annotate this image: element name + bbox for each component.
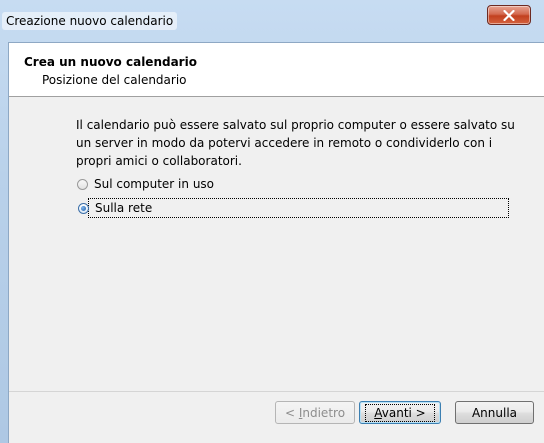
title-bar[interactable]: Creazione nuovo calendario	[0, 0, 544, 40]
radio-button-computer[interactable]	[77, 178, 88, 190]
close-icon	[503, 9, 515, 21]
back-button-prefix: <	[284, 405, 299, 420]
radio-button-network[interactable]	[78, 202, 89, 214]
next-button-rest: vanti >	[381, 405, 426, 420]
radio-label-network[interactable]: Sulla rete	[93, 200, 154, 216]
back-button[interactable]: < Indietro	[275, 401, 355, 424]
close-button[interactable]	[487, 5, 531, 25]
description-text: Il calendario può essere salvato sul pro…	[76, 118, 515, 168]
back-button-label: < Indietro	[285, 406, 345, 420]
footer-divider	[9, 391, 544, 392]
next-button-accel: A	[374, 405, 382, 420]
wizard-subtitle: Posizione del calendario	[42, 73, 187, 87]
next-button-label: Avanti >	[365, 403, 435, 422]
radio-label-computer[interactable]: Sul computer in uso	[92, 176, 216, 192]
radio-option-network[interactable]: Sulla rete	[78, 198, 509, 218]
next-button[interactable]: Avanti >	[359, 401, 441, 424]
wizard-title: Crea un nuovo calendario	[24, 55, 197, 69]
dialog-client-area: Crea un nuovo calendario Posizione del c…	[8, 42, 544, 443]
cancel-button[interactable]: Annulla	[455, 401, 534, 424]
dialog-window: Creazione nuovo calendario Crea un nuovo…	[0, 0, 544, 443]
back-button-rest: ndietro	[302, 405, 346, 420]
wizard-header: Crea un nuovo calendario Posizione del c…	[9, 43, 544, 97]
window-title: Creazione nuovo calendario	[2, 12, 178, 30]
radio-option-computer[interactable]: Sul computer in uso	[77, 174, 216, 194]
